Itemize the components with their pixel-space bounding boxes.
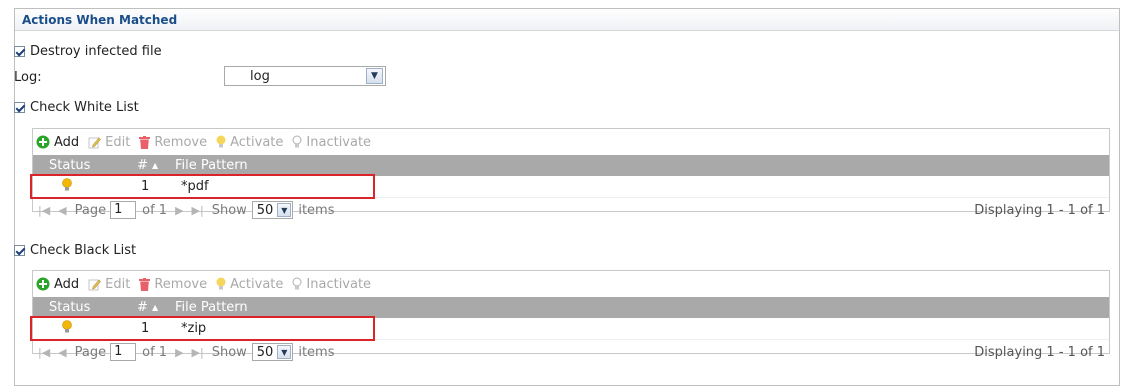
page-input[interactable]: 1: [110, 201, 137, 219]
black-list-column-header: Status # ▲ File Pattern: [33, 297, 1109, 318]
items-label: items: [298, 344, 335, 360]
bulb-on-icon: [62, 319, 72, 338]
bulb-on-icon: [62, 177, 72, 196]
edit-label: Edit: [105, 134, 131, 150]
add-button[interactable]: Add: [36, 277, 79, 292]
activate-label: Activate: [230, 276, 284, 292]
column-status[interactable]: Status: [33, 300, 101, 315]
last-page-icon[interactable]: ▶|: [192, 204, 204, 217]
activate-button[interactable]: Activate: [216, 277, 283, 292]
trash-icon: [139, 135, 151, 149]
last-page-icon[interactable]: ▶|: [192, 346, 204, 359]
remove-label: Remove: [154, 276, 208, 292]
page-size-value: 50: [256, 202, 274, 218]
next-page-icon[interactable]: ▶: [175, 204, 183, 217]
page-size-select[interactable]: 50 ▼: [251, 343, 294, 361]
remove-label: Remove: [154, 134, 208, 150]
inactivate-button[interactable]: Inactivate: [292, 277, 371, 292]
add-button[interactable]: Add: [36, 135, 79, 150]
prev-page-icon[interactable]: ◀: [58, 346, 66, 359]
black-list-grid: Add Edit Remove Activate Inactivate Stat…: [30, 270, 1110, 361]
log-select[interactable]: log ▼: [224, 66, 386, 86]
pattern-cell: *pdf: [181, 179, 209, 194]
edit-icon: [88, 278, 102, 291]
log-row: Log:: [14, 70, 42, 85]
bulb-on-icon: [216, 135, 226, 149]
white-list-label: Check White List: [30, 100, 139, 115]
remove-button[interactable]: Remove: [139, 135, 207, 150]
edit-icon: [88, 136, 102, 149]
log-select-value: log: [250, 68, 270, 84]
number-cell: 1: [141, 179, 150, 194]
log-label: Log:: [14, 70, 42, 85]
destroy-checkbox[interactable]: [14, 46, 25, 57]
page-label: Page: [74, 344, 107, 360]
of-pages-label: of 1: [142, 344, 168, 360]
items-label: items: [298, 202, 335, 218]
section-header: Actions When Matched: [15, 9, 1119, 31]
white-list-pager: |◀ ◀ Page 1 of 1 ▶ ▶| Show 50 ▼ items Di…: [33, 198, 1109, 222]
first-page-icon[interactable]: |◀: [38, 204, 50, 217]
prev-page-icon[interactable]: ◀: [58, 204, 66, 217]
column-number[interactable]: # ▲: [101, 300, 158, 315]
table-row[interactable]: 1 *zip: [30, 316, 1109, 341]
chevron-down-icon[interactable]: ▼: [366, 68, 383, 84]
white-list-toolbar: Add Edit Remove Activate Inactivate: [33, 129, 1109, 155]
number-cell: 1: [141, 321, 150, 336]
edit-label: Edit: [105, 276, 131, 292]
column-status[interactable]: Status: [33, 158, 101, 173]
black-list-row: Check Black List: [14, 243, 136, 258]
destroy-label: Destroy infected file: [30, 44, 162, 59]
pattern-cell: *zip: [181, 321, 207, 336]
section-title: Actions When Matched: [22, 13, 178, 27]
bulb-off-icon: [292, 135, 302, 149]
destroy-row: Destroy infected file: [14, 44, 162, 59]
white-list-row: Check White List: [14, 100, 139, 115]
column-file-pattern[interactable]: File Pattern: [145, 158, 248, 173]
page-input[interactable]: 1: [110, 343, 137, 361]
add-label: Add: [54, 134, 80, 150]
bulb-off-icon: [292, 277, 302, 291]
activate-label: Activate: [230, 134, 284, 150]
displaying-count: Displaying 1 - 1 of 1: [974, 345, 1105, 360]
edit-button[interactable]: Edit: [88, 277, 130, 292]
inactivate-label: Inactivate: [306, 276, 372, 292]
remove-button[interactable]: Remove: [139, 277, 207, 292]
black-list-toolbar: Add Edit Remove Activate Inactivate: [33, 271, 1109, 297]
inactivate-label: Inactivate: [306, 134, 372, 150]
black-list-checkbox[interactable]: [14, 245, 25, 256]
show-label: Show: [211, 344, 247, 360]
add-label: Add: [54, 276, 80, 292]
first-page-icon[interactable]: |◀: [38, 346, 50, 359]
add-icon: [36, 277, 50, 291]
page-size-select[interactable]: 50 ▼: [251, 201, 294, 219]
white-list-grid: Add Edit Remove Activate Inactivate Stat…: [30, 128, 1110, 219]
black-list-label: Check Black List: [30, 243, 137, 258]
white-list-column-header: Status # ▲ File Pattern: [33, 155, 1109, 176]
next-page-icon[interactable]: ▶: [175, 346, 183, 359]
trash-icon: [139, 277, 151, 291]
table-row[interactable]: 1 *pdf: [30, 174, 1109, 199]
displaying-count: Displaying 1 - 1 of 1: [974, 203, 1105, 218]
column-number[interactable]: # ▲: [101, 158, 158, 173]
white-list-checkbox[interactable]: [14, 102, 25, 113]
status-cell: [33, 319, 101, 338]
column-file-pattern[interactable]: File Pattern: [145, 300, 248, 315]
inactivate-button[interactable]: Inactivate: [292, 135, 371, 150]
status-cell: [33, 177, 101, 196]
activate-button[interactable]: Activate: [216, 135, 283, 150]
chevron-down-icon[interactable]: ▼: [277, 345, 292, 359]
bulb-on-icon: [216, 277, 226, 291]
add-icon: [36, 135, 50, 149]
black-list-pager: |◀ ◀ Page 1 of 1 ▶ ▶| Show 50 ▼ items Di…: [33, 340, 1109, 364]
page-size-value: 50: [256, 344, 274, 360]
show-label: Show: [211, 202, 247, 218]
of-pages-label: of 1: [142, 202, 168, 218]
page-label: Page: [74, 202, 107, 218]
edit-button[interactable]: Edit: [88, 135, 130, 150]
chevron-down-icon[interactable]: ▼: [277, 203, 292, 217]
